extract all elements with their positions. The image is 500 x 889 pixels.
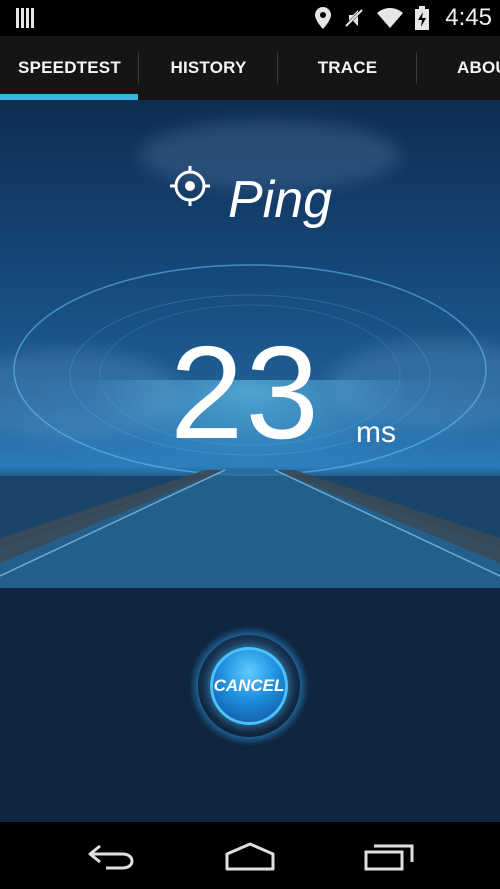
tab-label: SPEEDTEST bbox=[18, 58, 121, 77]
battery-charging-icon bbox=[415, 6, 430, 30]
cancel-button[interactable]: CANCEL bbox=[210, 647, 288, 725]
recent-apps-icon[interactable] bbox=[364, 840, 416, 872]
tab-label: TRACE bbox=[317, 58, 378, 77]
tab-history[interactable]: HISTORY bbox=[139, 36, 278, 100]
clock: 4:45 bbox=[445, 4, 492, 31]
runway-graphic bbox=[0, 468, 500, 588]
speedtest-display: Ping 23 bbox=[0, 100, 500, 588]
tab-trace[interactable]: TRACE bbox=[278, 36, 417, 100]
ping-unit: ms bbox=[356, 416, 396, 449]
status-bar: 4:45 bbox=[0, 0, 500, 36]
crosshair-icon bbox=[170, 166, 210, 206]
signal-strength-icon bbox=[16, 8, 34, 28]
tab-speedtest[interactable]: SPEEDTEST bbox=[0, 36, 139, 100]
mute-icon bbox=[345, 8, 364, 28]
tab-bar: SPEEDTEST HISTORY TRACE ABOU bbox=[0, 36, 500, 100]
tab-about[interactable]: ABOU bbox=[417, 36, 500, 100]
test-title: Ping bbox=[228, 171, 333, 229]
status-icons: 4:45 bbox=[315, 0, 492, 36]
back-icon[interactable] bbox=[86, 840, 136, 872]
tab-label: ABOU bbox=[457, 58, 500, 77]
tab-label: HISTORY bbox=[170, 58, 247, 77]
navigation-bar bbox=[0, 822, 500, 889]
ping-value: 23 bbox=[170, 319, 321, 466]
location-icon bbox=[315, 7, 332, 29]
wifi-icon bbox=[377, 8, 404, 28]
cancel-button-halo: CANCEL bbox=[190, 627, 308, 745]
home-icon[interactable] bbox=[224, 840, 276, 872]
